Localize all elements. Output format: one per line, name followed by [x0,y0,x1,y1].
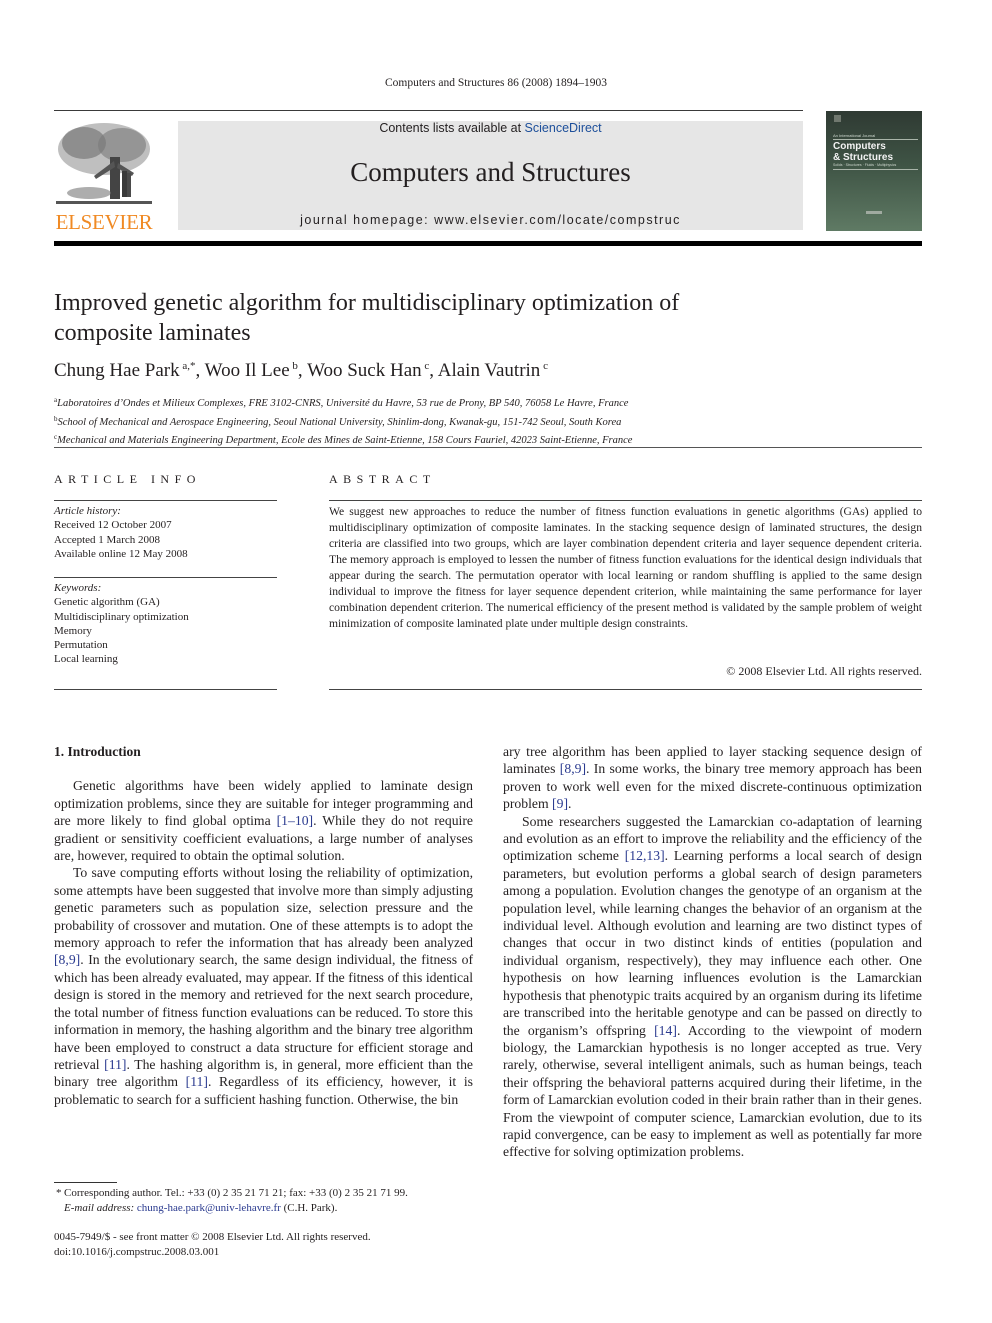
author-separator: , [429,360,438,381]
journal-homepage-link[interactable]: journal homepage: www.elsevier.com/locat… [178,213,803,227]
cover-rule [833,169,918,170]
keyword: Genetic algorithm (GA) [54,596,160,609]
header-rule [54,110,803,111]
email-label: E-mail address: [64,1201,135,1214]
citation-link[interactable]: [12,13] [625,848,665,863]
body-column-right: ary tree algorithm has been applied to l… [503,743,922,1161]
author-name[interactable]: Alain Vautrin [438,360,541,381]
elsevier-wordmark: ELSEVIER [55,210,153,234]
author-separator: , [297,360,308,381]
abstract-heading: ABSTRACT [329,472,436,486]
citation-link[interactable]: [1–10] [277,813,314,828]
journal-banner: Contents lists available at ScienceDirec… [178,121,803,230]
keyword: Multidisciplinary optimization [54,610,189,623]
affiliation-list: aLaboratoires d’Ondes et Milieux Complex… [54,393,632,449]
article-info-rule [54,689,277,690]
author-name[interactable]: Woo Il Lee [205,360,290,381]
email-link[interactable]: chung-hae.park@univ-lehavre.fr [137,1202,281,1214]
footnote-rule [54,1182,117,1183]
author-affiliation-marker[interactable]: c [540,360,548,372]
abstract-copyright: © 2008 Elsevier Ltd. All rights reserved… [726,664,922,678]
body-paragraph: ary tree algorithm has been applied to l… [503,743,922,813]
affiliation: aLaboratoires d’Ondes et Milieux Complex… [54,393,632,412]
doi-link[interactable]: doi:10.1016/j.compstruc.2008.03.001 [54,1245,371,1260]
history-online: Available online 12 May 2008 [54,547,188,560]
citation-link[interactable]: [8,9] [560,761,586,776]
author-list: Chung Hae Park a,*, Woo Il Lee b, Woo Su… [54,360,548,382]
article-title: Improved genetic algorithm for multidisc… [54,290,680,346]
sciencedirect-link[interactable]: ScienceDirect [525,121,602,135]
cover-publisher-mark [866,211,882,214]
citation-link[interactable]: [11] [186,1074,208,1089]
contents-line: Contents lists available at ScienceDirec… [178,121,803,135]
author-affiliation-marker[interactable]: b [290,360,298,372]
elsevier-logo[interactable]: ELSEVIER [54,121,154,234]
author-name[interactable]: Woo Suck Han [307,360,422,381]
body-paragraph: Genetic algorithms have been widely appl… [54,777,473,864]
paragraph-text: . [568,796,572,812]
affiliation: bSchool of Mechanical and Aerospace Engi… [54,412,632,431]
cover-title-line2: & Structures [833,152,894,163]
issn-line: 0045-7949/$ - see front matter © 2008 El… [54,1231,371,1243]
article-history-label: Article history: [54,505,121,517]
abstract-rule [329,500,922,501]
body-paragraph: To save computing efforts without losing… [54,864,473,1108]
journal-cover-thumbnail[interactable]: An International Journal Computers & Stru… [826,111,922,231]
left-paragraphs: Genetic algorithms have been widely appl… [54,777,473,1108]
cover-logo-icon [834,115,841,122]
body-column-left: 1. Introduction Genetic algorithms have … [54,743,473,1108]
footnote: * Corresponding author. Tel.: +33 (0) 2 … [56,1186,408,1216]
elsevier-tree-icon [56,123,152,204]
affiliation-text: Mechanical and Materials Engineering Dep… [57,435,633,446]
corresponding-author-note: Corresponding author. Tel.: +33 (0) 2 35… [64,1187,408,1199]
keyword: Local learning [54,653,118,666]
affiliation: cMechanical and Materials Engineering De… [54,430,632,449]
article-info-rule [54,500,277,501]
author-affiliation-marker[interactable]: a,* [180,360,195,372]
body-paragraph: Some researchers suggested the Lamarckia… [503,813,922,1161]
section-heading-introduction: 1. Introduction [54,744,141,759]
affiliation-rule [54,447,922,448]
paragraph-text: . In the evolu­tionary search, the same … [54,952,473,1072]
front-matter: 0045-7949/$ - see front matter © 2008 El… [54,1230,371,1259]
article-info-rule [54,577,277,578]
running-header: Computers and Structures 86 (2008) 1894–… [385,77,607,89]
right-paragraphs: ary tree algorithm has been applied to l… [503,743,922,1161]
cover-subtitle: Solids · Structures · Fluids · Multiphys… [833,163,897,167]
keywords-list: Keywords: Genetic algorithm (GA) Multidi… [54,581,189,667]
keywords-label: Keywords: [54,582,102,594]
affiliation-text: Laboratoires d’Ondes et Milieux Complexe… [57,398,629,409]
keyword: Permutation [54,639,108,652]
paragraph-text: . According to the viewpoint of modern b… [503,1022,922,1160]
contents-prefix: Contents lists available at [379,121,525,135]
cover-title: Computers & Structures [833,141,893,163]
history-received: Received 12 October 2007 [54,519,172,532]
history-accepted: Accepted 1 March 2008 [54,533,160,546]
journal-title: Computers and Structures [350,157,631,187]
article-info-heading: ARTICLE INFO [54,472,201,486]
header-thick-rule [54,241,922,246]
citation-link[interactable]: [14] [654,1023,677,1038]
article-history: Article history: Received 12 October 200… [54,504,188,561]
paragraph-text: . Learning per­forms a local search of d… [503,848,922,1038]
affiliation-text: School of Mechanical and Aerospace Engin… [57,416,622,428]
abstract-text: We suggest new approaches to reduce the … [329,505,922,630]
cover-tagline: An International Journal [833,133,876,138]
citation-link[interactable]: [11] [104,1057,126,1072]
cover-rule [833,139,918,140]
abstract-rule [329,689,922,690]
citation-link[interactable]: [8,9] [54,952,80,967]
footnote-marker: * [56,1187,62,1199]
paragraph-text: To save computing efforts without losing… [54,865,473,951]
author-separator: , [195,360,205,381]
citation-link[interactable]: [9] [552,796,568,811]
email-suffix: (C.H. Park). [280,1201,338,1214]
author-name[interactable]: Chung Hae Park [54,360,180,381]
email-line: E-mail address: chung-hae.park@univ-leha… [64,1201,408,1216]
keyword: Memory [54,624,92,637]
cover-title-line1: Computers [833,141,886,152]
